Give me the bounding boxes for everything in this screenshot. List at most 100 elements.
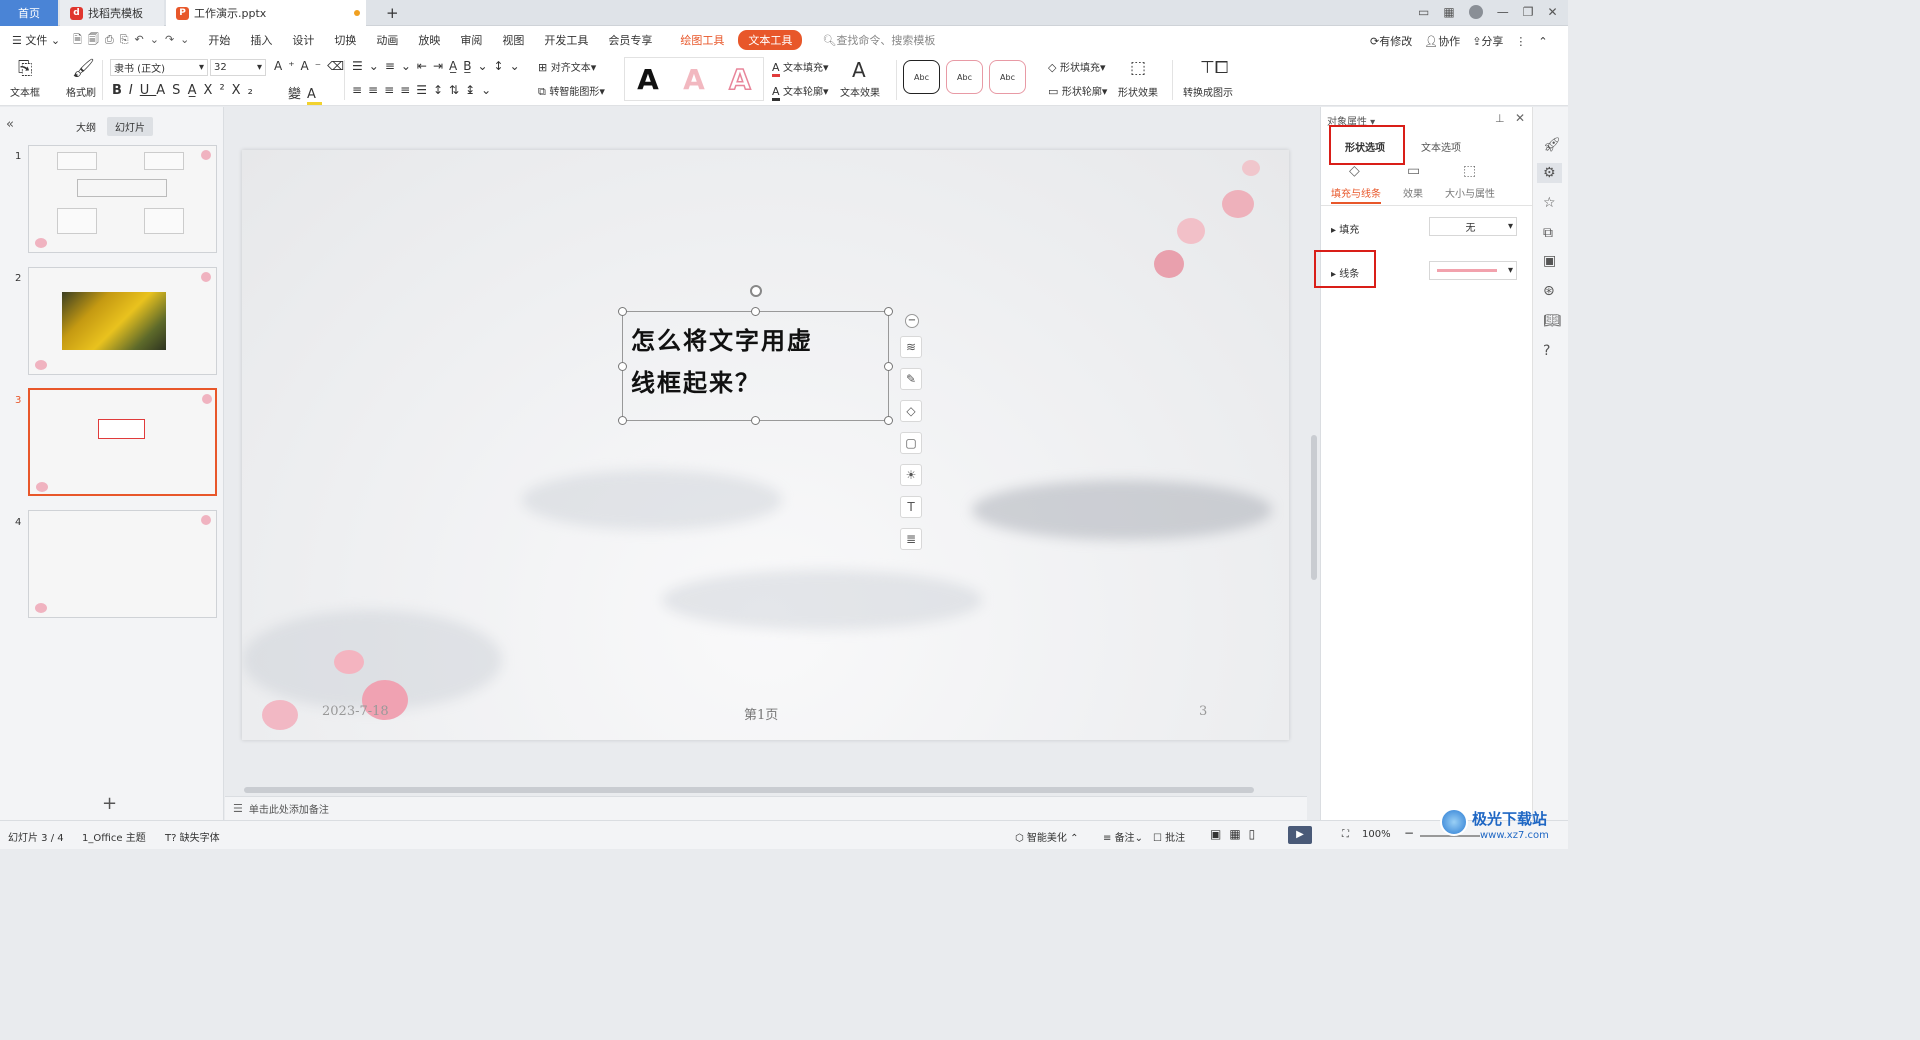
smart-beautify[interactable]: ⬡ 智能美化 ⌃	[1015, 829, 1078, 844]
resize-handle[interactable]	[884, 416, 893, 425]
slide-date[interactable]: 2023-7-18	[322, 704, 389, 719]
lightbulb-icon[interactable]: ☀	[900, 464, 922, 486]
menu-design[interactable]: 设计	[292, 32, 314, 48]
resize-handle[interactable]	[751, 307, 760, 316]
tab-template[interactable]: d 找稻壳模板	[60, 0, 164, 26]
font-size-select[interactable]: 32 ▾	[210, 59, 266, 76]
menu-insert[interactable]: 插入	[250, 32, 272, 48]
fill-select[interactable]: 无 ▾	[1429, 217, 1517, 236]
line-color-select[interactable]: ▾	[1429, 261, 1517, 280]
menu-start[interactable]: 开始	[208, 32, 230, 48]
tab-home[interactable]: 首页	[0, 0, 58, 26]
resize-handle[interactable]	[618, 416, 627, 425]
text-frame-icon[interactable]: T	[900, 496, 922, 518]
fill-section-toggle[interactable]: ▸ 填充	[1331, 221, 1359, 236]
fill-bucket-icon[interactable]: ◇	[900, 400, 922, 422]
selected-textbox[interactable]: 怎么将文字用虚 线框起来？	[622, 311, 889, 421]
vertical-scrollbar[interactable]	[1310, 115, 1318, 780]
format-painter-icon[interactable]: 🖌︎	[72, 58, 95, 79]
resize-handle[interactable]	[618, 307, 627, 316]
zoom-out-icon[interactable]: −	[1404, 826, 1414, 840]
pin-icon[interactable]: ⊥	[1495, 112, 1505, 125]
text-fill-button[interactable]: A 文本填充▾	[772, 59, 829, 77]
resize-handle[interactable]	[884, 362, 893, 371]
theme-name[interactable]: 1_Office 主题	[82, 829, 146, 844]
paragraph-align-icons[interactable]: ≡≡≡≡☰↕⇅↨⌄	[352, 83, 497, 97]
shape-style-2[interactable]: Abc	[946, 60, 983, 94]
wordart-style-2[interactable]: A	[683, 63, 705, 96]
animation-icon[interactable]: ☆	[1543, 195, 1556, 211]
collapse-ribbon-icon[interactable]: ⌃	[1538, 35, 1547, 48]
menu-transition[interactable]: 切换	[334, 32, 356, 48]
list-indent-icons[interactable]: ☰⌄≡⌄⇤⇥A̲B̲⌄↕⌄	[352, 59, 526, 73]
font-size-adjust-icons[interactable]: A⁺A⁻⌫	[274, 59, 350, 73]
notes-bar[interactable]: ☰ 单击此处添加备注	[225, 796, 1307, 820]
play-button[interactable]: ▶	[1288, 826, 1312, 844]
more-icon[interactable]: ⋮	[1515, 35, 1526, 48]
menu-developer[interactable]: 开发工具	[544, 32, 588, 48]
view-mode-icons[interactable]: ▣▦▯	[1210, 827, 1263, 841]
shape-style-1[interactable]: Abc	[903, 60, 940, 94]
window-layout-icon[interactable]: ▭	[1418, 5, 1429, 19]
effect-icon[interactable]: ▭	[1407, 163, 1420, 179]
shape-fill-button[interactable]: ◇ 形状填充▾	[1048, 59, 1106, 74]
new-tab-button[interactable]: +	[376, 0, 409, 26]
text-effect-icon[interactable]: A	[852, 58, 866, 82]
slide-number-footer[interactable]: 3	[1199, 704, 1207, 719]
convert-diagram-label[interactable]: 转换成图示	[1183, 84, 1233, 99]
tab-text-options[interactable]: 文本选项	[1421, 139, 1461, 154]
slide-page-label[interactable]: 第1页	[744, 704, 778, 723]
slide-thumbnail-4[interactable]	[28, 510, 217, 618]
outline-frame-icon[interactable]: ▢	[900, 432, 922, 454]
minimize-icon[interactable]: —	[1497, 5, 1509, 19]
user-avatar[interactable]	[1468, 5, 1483, 19]
convert-diagram-icon[interactable]: ⊤⧠	[1200, 58, 1228, 78]
resize-handle[interactable]	[751, 416, 760, 425]
close-window-icon[interactable]: ✕	[1547, 5, 1557, 19]
collab-button[interactable]: 👤︎协作	[1424, 33, 1460, 49]
location-icon[interactable]: ⊛	[1543, 283, 1555, 299]
image-icon[interactable]: ▣	[1543, 253, 1556, 269]
fit-window-icon[interactable]: ⛶	[1342, 829, 1349, 840]
add-slide-button[interactable]: +	[102, 793, 117, 814]
resize-handle[interactable]	[618, 362, 627, 371]
smart-art-button[interactable]: ⧉ 转智能图形▾	[538, 83, 605, 99]
font-family-select[interactable]: 隶书 (正文) ▾	[110, 59, 208, 76]
rotate-handle-icon[interactable]	[750, 285, 762, 297]
subtab-effect[interactable]: 效果	[1403, 185, 1423, 200]
modify-button[interactable]: ⟳有修改	[1370, 33, 1412, 49]
tab-document[interactable]: P 工作演示.pptx	[166, 0, 366, 26]
close-panel-icon[interactable]: ✕	[1515, 111, 1525, 125]
menu-slideshow[interactable]: 放映	[418, 32, 440, 48]
collapse-toolbar-icon[interactable]: −	[905, 314, 919, 328]
menu-review[interactable]: 审阅	[460, 32, 482, 48]
shape-effect-label[interactable]: 形状效果	[1118, 84, 1158, 99]
text-outline-button[interactable]: A 文本轮廓▾	[772, 83, 829, 101]
wordart-gallery[interactable]: A A A	[624, 57, 764, 101]
zoom-level[interactable]: 100%	[1362, 829, 1391, 840]
search-command[interactable]: 🔍︎查找命令、搜索模板	[822, 32, 935, 48]
slides-switch-icon[interactable]: ⧉	[1543, 225, 1553, 241]
restore-icon[interactable]: ❐	[1523, 5, 1534, 19]
book-icon[interactable]: 📖︎	[1543, 313, 1561, 329]
outline-tab[interactable]: 大纲	[76, 119, 96, 134]
menu-file[interactable]: ☰ 文件 ⌄	[12, 32, 60, 48]
slides-tab[interactable]: 幻灯片	[107, 117, 153, 136]
menu-drawing-tools[interactable]: 绘图工具	[680, 32, 724, 48]
fill-line-icon[interactable]: ◇	[1349, 163, 1360, 179]
missing-font[interactable]: T? 缺失字体	[165, 829, 220, 844]
text-effect-label[interactable]: 文本效果	[840, 84, 880, 99]
subtab-fill-line[interactable]: 填充与线条	[1331, 185, 1381, 204]
rocket-icon[interactable]: 🚀︎	[1543, 137, 1561, 153]
shape-outline-button[interactable]: ▭ 形状轮廓▾	[1048, 83, 1107, 98]
notes-toggle[interactable]: ≡ 备注⌄	[1103, 829, 1143, 844]
menu-animation[interactable]: 动画	[376, 32, 398, 48]
pen-icon[interactable]: ✎	[900, 368, 922, 390]
share-button[interactable]: ⇪分享	[1472, 33, 1503, 49]
phonetic-highlight-icons[interactable]: 變A	[288, 83, 322, 105]
slide-thumbnail-3[interactable]	[28, 388, 217, 496]
shape-effect-icon[interactable]: ⬚	[1130, 58, 1146, 78]
apps-grid-icon[interactable]: ▦	[1443, 5, 1454, 19]
menu-vip[interactable]: 会员专享	[608, 32, 652, 48]
subtab-size[interactable]: 大小与属性	[1445, 185, 1495, 200]
